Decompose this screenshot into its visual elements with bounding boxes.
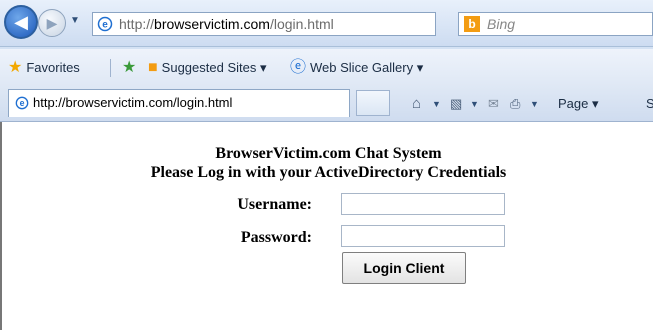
ie-page-icon: e [15, 96, 29, 110]
password-label: Password: [240, 229, 312, 246]
address-toolbar: ◀ ▶ ▼ e http://browservictim.com/login.h… [0, 0, 653, 47]
browser-chrome: ◀ ▶ ▼ e http://browservictim.com/login.h… [0, 0, 653, 122]
new-tab-button[interactable] [356, 90, 390, 116]
favorites-label: Favorites [26, 60, 80, 75]
svg-text:e: e [102, 20, 108, 31]
safety-menu-button[interactable]: S [646, 94, 653, 114]
tab-label: http://browservictim.com/login.html [33, 95, 233, 110]
page-menu-button[interactable]: Page ▾ [558, 94, 599, 114]
mail-icon[interactable]: ✉ [488, 94, 499, 114]
history-dropdown-button[interactable]: ▼ [68, 14, 82, 28]
web-slice-label: Web Slice Gallery ▾ [310, 60, 424, 75]
url-prefix: http:// [119, 16, 155, 32]
password-field[interactable] [341, 225, 505, 247]
forward-button[interactable]: ▶ [38, 9, 66, 37]
url-domain: browservictim.com [154, 16, 270, 32]
suggested-sites-button[interactable]: ■ Suggested Sites ▾ [148, 58, 266, 78]
page-subtitle: Please Log in with your ActiveDirectory … [150, 164, 507, 181]
tab-login[interactable]: e http://browservictim.com/login.html [8, 89, 350, 117]
address-bar[interactable]: e http://browservictim.com/login.html ▼ … [92, 12, 527, 36]
feeds-icon[interactable]: ▧ [450, 94, 462, 114]
add-to-favorites-bar-button[interactable]: ★ [122, 58, 140, 78]
feeds-dropdown-icon[interactable]: ▼ [470, 94, 479, 114]
home-dropdown-icon[interactable]: ▼ [432, 94, 441, 114]
favorites-bar: ★ Favorites ★ ■ Suggested Sites ▾ ⓔ Web Sli… [0, 49, 653, 87]
url-path: /login.html [269, 16, 334, 32]
login-button[interactable]: Login Client [342, 252, 466, 284]
page-title: BrowserVictim.com Chat System [215, 145, 442, 162]
back-arrow-icon: ◀ [14, 12, 28, 32]
back-button[interactable]: ◀ [4, 5, 38, 39]
bing-icon: b [464, 16, 480, 32]
home-icon[interactable]: ⌂ [412, 94, 421, 114]
star-icon: ★ [8, 59, 23, 76]
ie-icon: ⓔ [290, 59, 307, 76]
url-text[interactable]: http://browservictim.com/login.html [119, 13, 334, 35]
username-field[interactable] [341, 193, 505, 215]
suggested-sites-label: Suggested Sites ▾ [161, 60, 267, 75]
print-dropdown-icon[interactable]: ▼ [530, 94, 539, 114]
print-icon[interactable]: ⎙ [510, 94, 520, 114]
bing-sites-icon: ■ [148, 59, 158, 76]
page-content: BrowserVictim.com Chat System Please Log… [0, 122, 653, 330]
tab-bar: e http://browservictim.com/login.html ⌂ … [0, 86, 653, 122]
favorites-button[interactable]: ★ Favorites [8, 58, 80, 78]
divider [110, 59, 111, 77]
search-placeholder: Bing [487, 16, 516, 32]
add-favorite-icon: ★ [122, 59, 137, 76]
web-slice-gallery-button[interactable]: ⓔ Web Slice Gallery ▾ [290, 58, 423, 78]
ie-page-icon: e [97, 16, 113, 32]
forward-arrow-icon: ▶ [46, 15, 58, 31]
search-box[interactable]: b Bing [458, 12, 653, 36]
chevron-down-icon: ▼ [70, 15, 80, 26]
username-label: Username: [237, 196, 312, 213]
svg-text:e: e [20, 98, 25, 108]
